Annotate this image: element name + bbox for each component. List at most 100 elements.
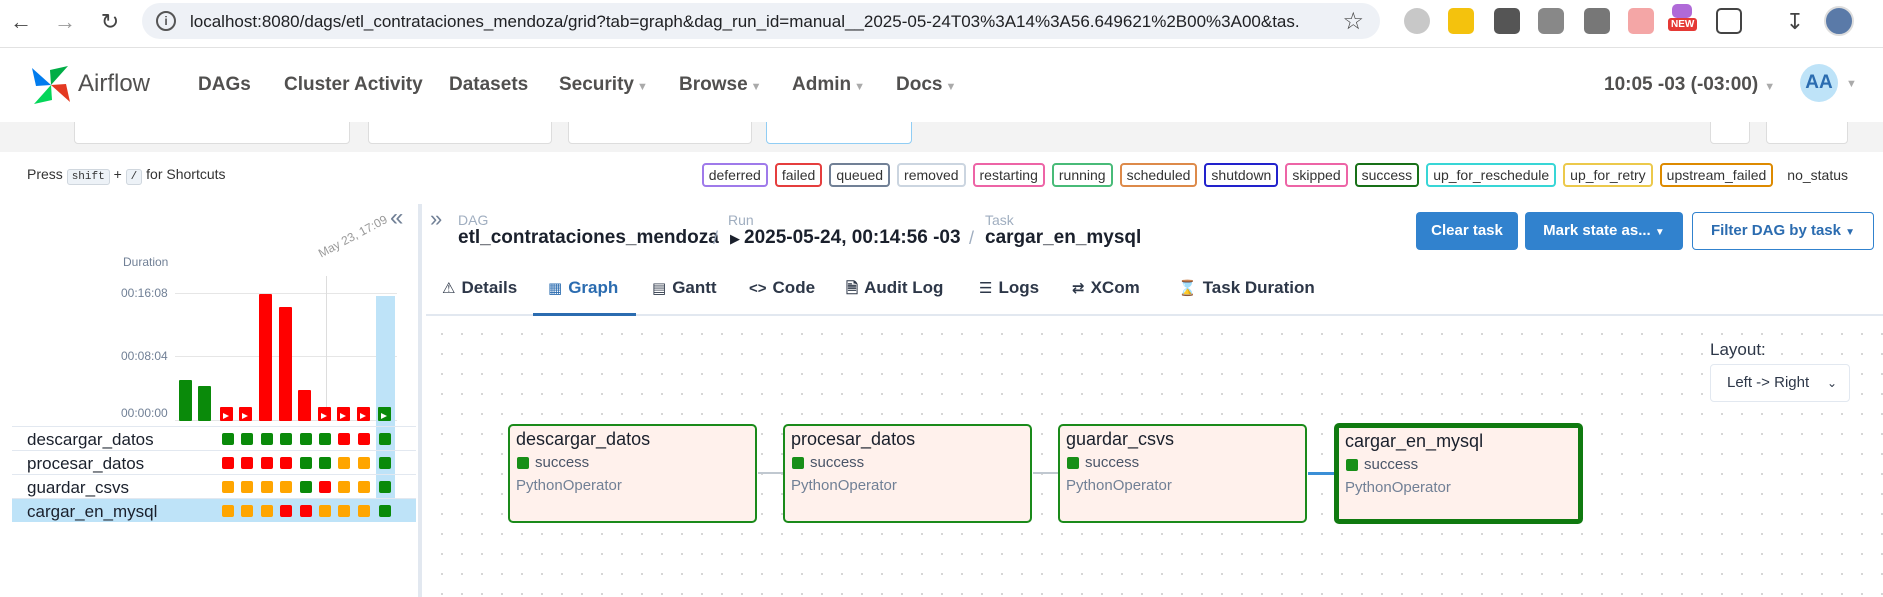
task-row-procesar-datos[interactable]: procesar_datos (12, 450, 416, 474)
forward-icon[interactable]: → (50, 7, 80, 37)
profile-avatar[interactable] (1824, 6, 1854, 36)
legend-shutdown[interactable]: shutdown (1204, 163, 1279, 187)
task-instance-cell[interactable] (241, 433, 253, 445)
task-instance-cell[interactable] (261, 433, 273, 445)
run-bar[interactable] (357, 407, 370, 421)
extension-keep-icon[interactable] (1448, 8, 1474, 34)
task-instance-cell[interactable] (280, 505, 292, 517)
nav-docs[interactable]: Docs ▼ (896, 74, 956, 96)
graph-node-procesar-datos[interactable]: procesar_datos success PythonOperator (783, 424, 1032, 523)
task-instance-cell[interactable] (300, 481, 312, 493)
legend-up-for-reschedule[interactable]: up_for_reschedule (1426, 163, 1557, 187)
breadcrumb-task[interactable]: cargar_en_mysql (985, 227, 1141, 249)
task-instance-cell[interactable] (280, 433, 292, 445)
tab-xcom[interactable]: ⇄ XCom (1072, 278, 1140, 298)
run-bar[interactable] (298, 389, 311, 421)
collapse-grid-icon[interactable]: « (390, 204, 403, 232)
bookmark-star-icon[interactable]: ☆ (1342, 7, 1364, 36)
nav-dags[interactable]: DAGs (198, 74, 251, 96)
task-instance-cell[interactable] (319, 457, 331, 469)
gift-icon[interactable] (1672, 4, 1692, 18)
timezone-clock[interactable]: 10:05 -03 (-03:00) ▼ (1604, 74, 1775, 96)
task-instance-cell[interactable] (358, 433, 370, 445)
legend-upstream-failed[interactable]: upstream_failed (1659, 163, 1774, 187)
run-bar[interactable] (198, 386, 211, 421)
legend-queued[interactable]: queued (829, 163, 891, 187)
breadcrumb-dag[interactable]: etl_contrataciones_mendoza (458, 227, 719, 249)
chevron-down-icon[interactable]: ▼ (1846, 78, 1857, 90)
tab-details[interactable]: ⚠ Details (442, 278, 517, 298)
nav-security[interactable]: Security ▼ (559, 74, 648, 96)
run-bar[interactable] (318, 407, 331, 421)
filter-dag-button[interactable]: Filter DAG by task ▼ (1692, 212, 1874, 250)
legend-failed[interactable]: failed (774, 163, 823, 187)
tab-task-duration[interactable]: ⌛ Task Duration (1178, 278, 1315, 298)
task-instance-cell[interactable] (358, 505, 370, 517)
task-instance-cell[interactable] (300, 457, 312, 469)
legend-deferred[interactable]: deferred (701, 163, 768, 187)
task-name[interactable]: descargar_datos (27, 430, 154, 450)
legend-running[interactable]: running (1051, 163, 1113, 187)
run-bar[interactable] (378, 407, 391, 421)
task-instance-cell[interactable] (241, 505, 253, 517)
run-bar[interactable] (179, 380, 192, 421)
task-instance-cell[interactable] (358, 457, 370, 469)
task-name[interactable]: guardar_csvs (27, 478, 129, 498)
task-instance-cell[interactable] (319, 481, 331, 493)
panel-resizer[interactable] (418, 204, 422, 597)
run-bar[interactable] (239, 407, 252, 421)
task-instance-cell[interactable] (338, 481, 350, 493)
run-bar[interactable] (259, 294, 272, 421)
user-avatar[interactable]: AA (1800, 64, 1838, 102)
graph-node-cargar-en-mysql[interactable]: cargar_en_mysql success PythonOperator (1334, 423, 1583, 524)
tab-code[interactable]: <> Code (749, 278, 815, 298)
legend-skipped[interactable]: skipped (1285, 163, 1348, 187)
task-instance-cell[interactable] (319, 505, 331, 517)
legend-up-for-retry[interactable]: up_for_retry (1563, 163, 1653, 187)
run-bar[interactable] (337, 407, 350, 421)
run-bar[interactable] (220, 407, 233, 421)
legend-scheduled[interactable]: scheduled (1119, 163, 1198, 187)
task-instance-cell[interactable] (300, 505, 312, 517)
task-instance-cell[interactable] (379, 481, 391, 493)
airflow-logo-icon[interactable] (28, 62, 74, 108)
task-instance-cell[interactable] (261, 457, 273, 469)
expand-grid-icon[interactable]: » (430, 206, 442, 232)
task-name[interactable]: cargar_en_mysql (27, 502, 157, 522)
task-instance-cell[interactable] (222, 433, 234, 445)
graph-node-descargar-datos[interactable]: descargar_datos success PythonOperator (508, 424, 757, 523)
site-info-icon[interactable]: i (156, 11, 176, 31)
back-icon[interactable]: ← (6, 7, 36, 37)
extension-icon[interactable] (1404, 8, 1430, 34)
graph-node-guardar-csvs[interactable]: guardar_csvs success PythonOperator (1058, 424, 1307, 523)
task-instance-cell[interactable] (280, 457, 292, 469)
nav-datasets[interactable]: Datasets (449, 74, 528, 96)
breadcrumb-run[interactable]: ▶ 2025-05-24, 00:14:56 -03 (730, 227, 961, 249)
tab-logs[interactable]: ☰ Logs (979, 278, 1039, 298)
layout-select[interactable]: Left -> Right ⌄ (1710, 364, 1850, 402)
legend-success[interactable]: success (1354, 163, 1420, 187)
tab-audit-log[interactable]: 🗎 Audit Log (846, 278, 943, 303)
extension-icon[interactable] (1628, 8, 1654, 34)
task-instance-cell[interactable] (358, 481, 370, 493)
task-instance-cell[interactable] (261, 481, 273, 493)
extension-icon[interactable] (1494, 8, 1520, 34)
nav-admin[interactable]: Admin ▼ (792, 74, 865, 96)
clear-task-button[interactable]: Clear task (1416, 212, 1518, 250)
task-row-descargar-datos[interactable]: descargar_datos (12, 426, 416, 450)
task-instance-cell[interactable] (338, 505, 350, 517)
legend-no-status[interactable]: no_status (1780, 163, 1855, 187)
camera-icon[interactable] (1538, 8, 1564, 34)
task-instance-cell[interactable] (300, 433, 312, 445)
mark-state-button[interactable]: Mark state as... ▼ (1525, 212, 1683, 250)
run-bar[interactable] (279, 306, 292, 421)
task-instance-cell[interactable] (222, 457, 234, 469)
task-instance-cell[interactable] (379, 457, 391, 469)
download-icon[interactable]: ↧ (1780, 7, 1810, 37)
url-text[interactable]: localhost:8080/dags/etl_contrataciones_m… (190, 12, 1300, 32)
tab-gantt[interactable]: ▤ Gantt (652, 278, 717, 298)
task-instance-cell[interactable] (241, 481, 253, 493)
task-instance-cell[interactable] (338, 433, 350, 445)
task-row-cargar-en-mysql[interactable]: cargar_en_mysql (12, 498, 416, 522)
task-instance-cell[interactable] (222, 481, 234, 493)
